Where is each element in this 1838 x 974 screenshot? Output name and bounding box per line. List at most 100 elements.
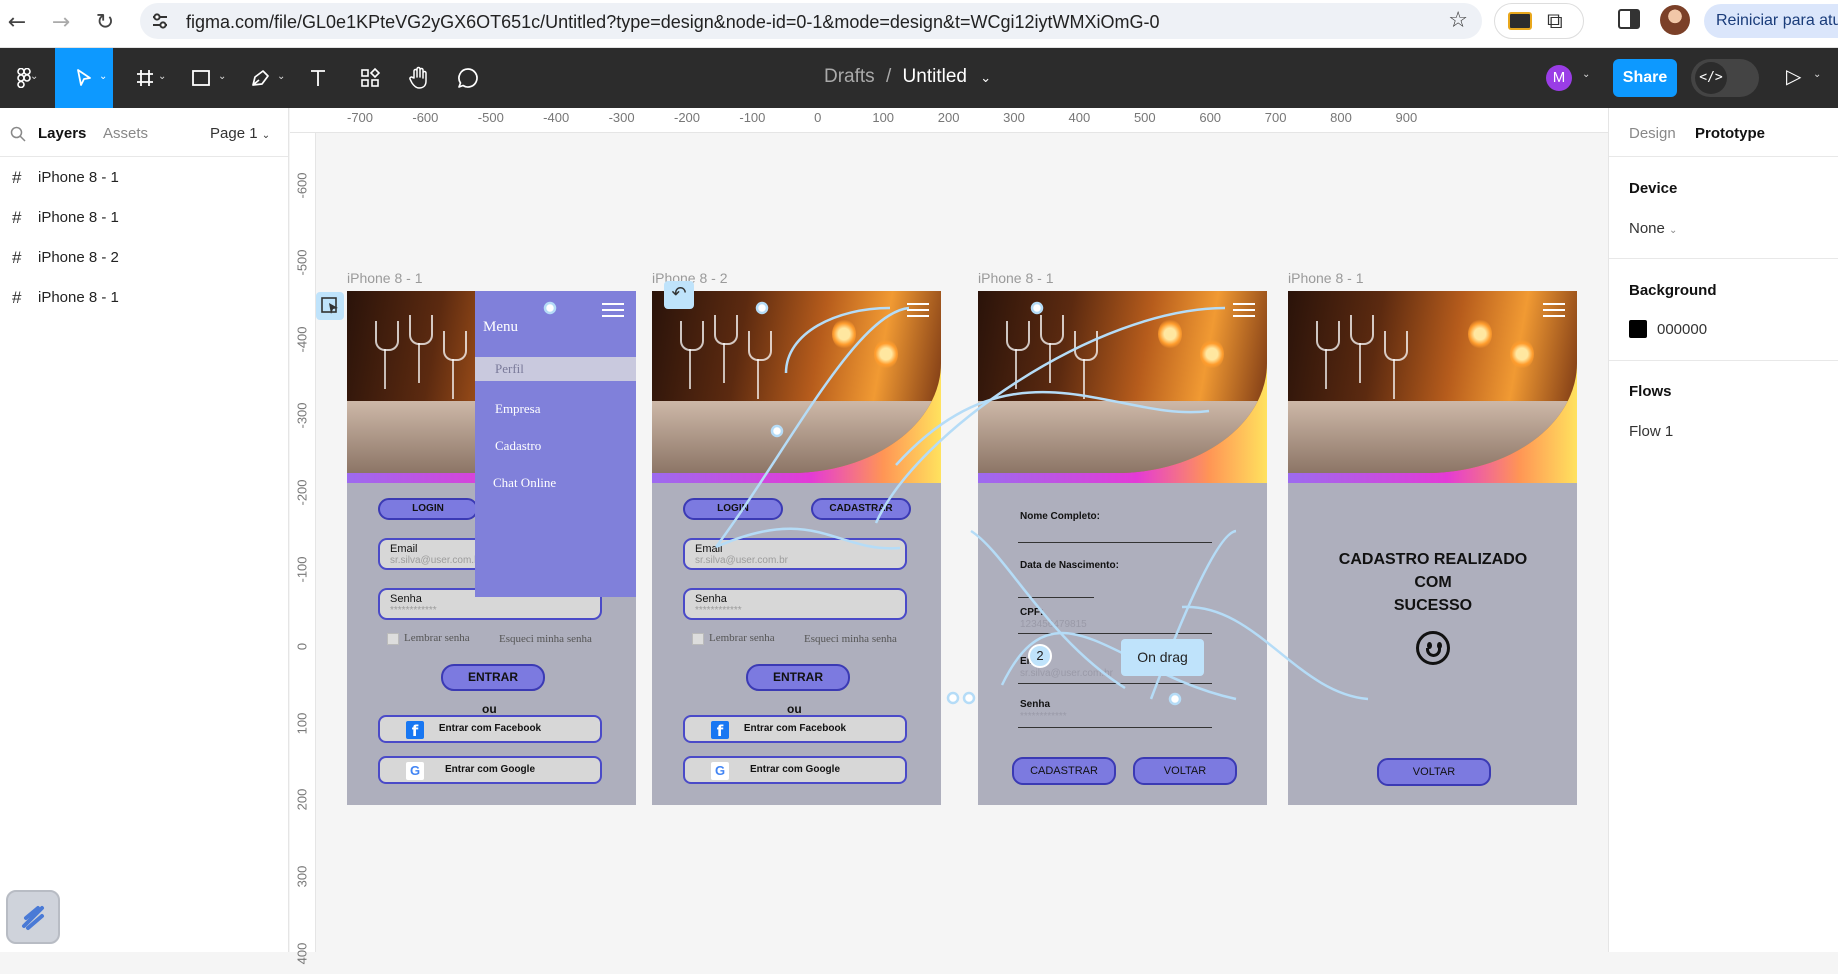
restart-to-update-button[interactable]: Reiniciar para atualizar [1704, 4, 1838, 38]
ruler-tick-label: -500 [294, 249, 310, 276]
connection-node [755, 301, 769, 315]
tab-prototype[interactable]: Prototype [1695, 125, 1765, 142]
layer-item[interactable]: # iPhone 8 - 2 [0, 241, 288, 275]
vertical-ruler: -600 -500 -400 -300 -200 -100 0 100 200 300 400 [290, 133, 316, 964]
ruler-tick-label: -100 [739, 110, 766, 125]
search-icon[interactable] [10, 126, 26, 142]
comment-icon [458, 68, 478, 88]
horizontal-ruler: -700 -600 -500 -400 -300 -200 -100 0 100 200 300 40… [290, 108, 1608, 133]
puzzle-extensions-icon[interactable]: ⧉ [1547, 9, 1563, 34]
ruler-tick-label: 500 [1133, 110, 1156, 125]
extension-icon[interactable] [1508, 12, 1532, 30]
pen-icon [252, 70, 269, 86]
bookmark-star-icon[interactable]: ☆ [1448, 8, 1468, 33]
main-menu-button[interactable] [0, 48, 48, 108]
prototype-connections [543, 301, 1369, 706]
connection-node [770, 424, 784, 438]
background-color-value[interactable]: 000000 [1657, 321, 1707, 338]
forward-arrow-icon[interactable]: → [46, 8, 76, 38]
hand-icon [409, 66, 427, 89]
side-panel-icon[interactable] [1618, 9, 1640, 29]
page-selector[interactable]: Page 1 ⌄ [210, 125, 270, 142]
figma-logo-icon [17, 68, 31, 88]
ruler-tick-label: 300 [1003, 110, 1025, 125]
reload-icon[interactable]: ↻ [90, 8, 120, 38]
properties-panel: Design Prototype Device None ⌄ Backgroun… [1608, 108, 1838, 952]
layer-item[interactable]: # iPhone 8 - 1 [0, 161, 288, 195]
ruler-tick-label: 800 [1330, 110, 1352, 125]
flow-item[interactable]: Flow 1 [1629, 423, 1673, 440]
ruler-tick-label: -100 [294, 556, 310, 583]
layers-panel: Layers Assets Page 1 ⌄ # iPhone 8 - 1 # iP… [0, 108, 289, 952]
layer-item[interactable]: # iPhone 8 - 1 [0, 281, 288, 315]
connection-count-badge[interactable]: 2 [1028, 644, 1052, 668]
file-name[interactable]: Untitled [903, 66, 967, 87]
ruler-tick-label: 200 [937, 110, 960, 125]
user-avatar[interactable]: M [1546, 65, 1572, 91]
lightning-icon [22, 906, 44, 930]
chevron-down-icon: ⌄ [261, 130, 271, 141]
device-value: None [1629, 220, 1665, 237]
chevron-down-icon[interactable]: ⌄ [1813, 69, 1821, 80]
share-button[interactable]: Share [1613, 59, 1677, 97]
cursor-icon [77, 69, 91, 86]
frame-hash-icon: # [12, 288, 22, 307]
plugin-badge-icon[interactable] [6, 890, 60, 944]
layer-item[interactable]: # iPhone 8 - 1 [0, 201, 288, 235]
back-action-icon[interactable]: ↶ [664, 281, 694, 309]
connection-line [784, 306, 891, 374]
breadcrumb: Drafts / Untitled ⌄ [824, 66, 991, 88]
site-settings-icon[interactable] [150, 11, 170, 31]
back-arrow-icon[interactable]: ← [2, 8, 32, 38]
tab-assets[interactable]: Assets [103, 125, 148, 142]
design-canvas[interactable]: iPhone 8 - 1 iPhone 8 - 2 iPhone 8 - 1 i… [316, 133, 1608, 952]
ruler-tick-label: 200 [294, 789, 310, 811]
shape-tool-button[interactable] [184, 48, 218, 108]
tab-layers[interactable]: Layers [38, 125, 86, 142]
device-select[interactable]: None ⌄ [1629, 220, 1677, 237]
pen-tool-button[interactable] [244, 48, 278, 108]
resources-icon [361, 67, 381, 87]
tab-design[interactable]: Design [1629, 125, 1676, 142]
chevron-down-icon: ⌄ [277, 71, 286, 82]
url-text: figma.com/file/GL0e1KPteVG2yGX6OT651c/Un… [186, 12, 1160, 32]
hand-tool-button[interactable] [401, 48, 437, 108]
browser-toolbar: ← → ↻ figma.com/file/GL0e1KPteVG2yGX6OT6… [0, 0, 1838, 48]
frame-hash-icon: # [12, 248, 22, 267]
resources-button[interactable] [352, 48, 388, 108]
layer-label: iPhone 8 - 1 [38, 289, 119, 306]
breadcrumb-drafts[interactable]: Drafts [824, 66, 875, 87]
present-play-icon[interactable]: ▷ [1786, 64, 1801, 89]
divider [1609, 360, 1838, 361]
text-tool-button[interactable] [300, 48, 336, 108]
profile-avatar[interactable] [1660, 5, 1690, 35]
ruler-tick-label: -300 [608, 110, 635, 125]
flows-heading: Flows [1629, 383, 1672, 400]
background-color-swatch[interactable] [1629, 320, 1647, 338]
figma-toolbar: ⌄ ⌄ ⌄ ⌄ ⌄ Drafts / Untitled ⌄ M ⌄ Share … [0, 48, 1838, 108]
chevron-down-icon[interactable]: ⌄ [1582, 69, 1590, 80]
ruler-tick-label: -600 [412, 110, 439, 125]
rectangle-icon [192, 70, 210, 86]
ruler-tick-label: 100 [872, 110, 895, 125]
ruler-tick-label: 100 [294, 712, 310, 734]
chevron-down-icon: ⌄ [30, 71, 39, 82]
ruler-tick-label: 600 [1199, 110, 1222, 125]
dev-mode-toggle[interactable]: </> [1691, 59, 1759, 97]
flow-start-icon [321, 297, 338, 314]
ruler-tick-label: -400 [543, 110, 570, 125]
prototype-start-icon[interactable] [316, 292, 344, 320]
comment-tool-button[interactable] [450, 48, 486, 108]
connection-line [1181, 605, 1369, 701]
ruler-tick-label: -400 [294, 326, 310, 353]
connection-node [962, 691, 976, 705]
address-bar[interactable]: figma.com/file/GL0e1KPteVG2yGX6OT651c/Un… [140, 3, 1482, 39]
page-label: Page 1 [210, 125, 258, 142]
connection-line [715, 527, 901, 550]
connection-node [946, 691, 960, 705]
ruler-tick-label: 400 [1068, 110, 1091, 125]
chevron-down-icon[interactable]: ⌄ [980, 71, 991, 86]
ruler-tick-label: -500 [477, 110, 504, 125]
on-drag-trigger-label[interactable]: On drag [1121, 639, 1204, 676]
connection-node [543, 301, 557, 315]
